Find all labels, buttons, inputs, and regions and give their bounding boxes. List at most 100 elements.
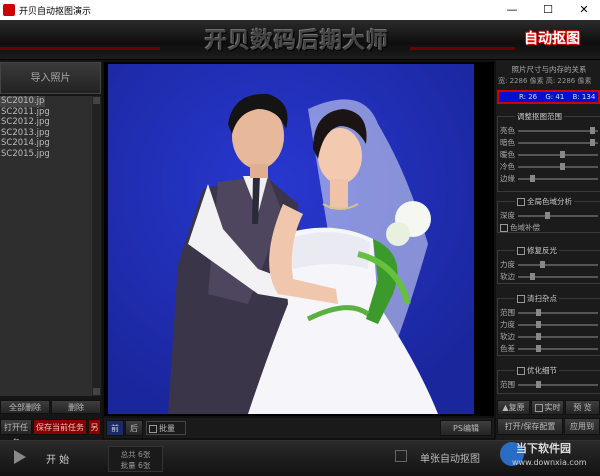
scroll-up-icon[interactable] [93, 97, 100, 104]
clean-row-label: 范围 [500, 308, 515, 317]
preview-button[interactable]: 预 览 [565, 400, 600, 415]
save-as-button[interactable]: 另 [88, 419, 101, 435]
slider-knob[interactable] [590, 139, 595, 146]
slider-track[interactable] [518, 336, 598, 338]
rgb-b: B: 134 [572, 93, 596, 101]
slider-track[interactable] [518, 215, 598, 217]
ps-edit-button[interactable]: PS编辑 [440, 420, 492, 436]
single-auto-checkbox[interactable] [395, 450, 407, 462]
maximize-button[interactable]: ☐ [532, 0, 564, 20]
adjust-row-label: 亮色 [500, 126, 515, 135]
slider-knob[interactable] [536, 321, 541, 328]
clean-row-label: 软边 [500, 332, 515, 341]
slider-knob[interactable] [536, 381, 541, 388]
close-button[interactable]: ✕ [568, 0, 600, 20]
slider-track[interactable] [518, 312, 598, 314]
checkbox-icon [500, 224, 508, 232]
list-item[interactable]: SC2014.jpg [0, 138, 101, 149]
scroll-down-icon[interactable] [93, 388, 100, 395]
slider-track[interactable] [518, 324, 598, 326]
total-count: 总共 6张 [120, 450, 151, 459]
slider-knob[interactable] [540, 261, 545, 268]
import-photos-button[interactable]: 导入照片 [0, 62, 101, 94]
banner-stripe-left [0, 47, 160, 50]
open-task-button[interactable]: 打开任务 [0, 419, 32, 447]
minimize-button[interactable]: — [496, 0, 528, 20]
optimize-detail-label: 优化细节 [527, 366, 557, 375]
slider-knob[interactable] [536, 345, 541, 352]
start-button[interactable]: 开 始 [46, 451, 69, 466]
slider-knob[interactable] [590, 127, 595, 134]
wedding-photo[interactable] [108, 64, 474, 414]
start-play-icon[interactable] [10, 448, 30, 466]
slider-knob[interactable] [536, 333, 541, 340]
size-info: 宽: 2286 像素 高: 2286 像素 [498, 77, 592, 85]
clean-noise-title[interactable]: 清扫杂点 [515, 293, 559, 304]
save-task-button[interactable]: 保存当前任务 [33, 419, 87, 435]
repair-row-label: 力度 [500, 260, 515, 269]
list-item[interactable]: SC2015.jpg [0, 149, 101, 160]
clean-row-label: 力度 [500, 320, 515, 329]
apply-to-button[interactable]: 应用到 [564, 418, 600, 435]
slider-knob[interactable] [536, 309, 541, 316]
title-bar: 开贝自动抠图演示 — ☐ ✕ [0, 0, 600, 20]
open-save-config-button[interactable]: 打开/保存配置 [497, 418, 563, 435]
slider-track[interactable] [518, 264, 598, 266]
slider-track[interactable] [518, 142, 598, 144]
adjust-row-label: 暗色 [500, 138, 515, 147]
repair-row-label: 软边 [500, 272, 515, 281]
rgb-readout: R: 26 G: 41 B: 134 [497, 90, 600, 104]
rgb-g: G: 41 [545, 93, 565, 101]
repair-reflection-label: 修复反光 [527, 246, 557, 255]
before-button[interactable]: 前 [106, 420, 124, 436]
list-item[interactable]: SC2013.jpg [0, 128, 101, 139]
optimize-row-label: 范围 [500, 380, 515, 389]
slider-knob[interactable] [560, 163, 565, 170]
batch-count: 批量 6张 [120, 461, 151, 470]
window-title: 开贝自动抠图演示 [19, 7, 92, 17]
batch-toggle[interactable]: 批量 [146, 421, 186, 435]
file-list: SC2010.jpg SC2011.jpg SC2012.jpg SC2013.… [0, 96, 101, 396]
list-item[interactable]: SC2012.jpg [0, 117, 101, 128]
checkbox-icon [517, 367, 525, 375]
delete-button[interactable]: 删除 [51, 400, 101, 414]
couple-illustration [108, 64, 474, 414]
slider-track[interactable] [518, 154, 598, 156]
size-title: 照片尺寸与内存的关系 [511, 65, 587, 74]
color-fill-option[interactable]: 色域补偿 [500, 222, 540, 233]
list-item[interactable]: SC2011.jpg [0, 107, 101, 118]
task-count-box: 总共 6张 批量 6张 [108, 446, 163, 472]
slider-knob[interactable] [530, 273, 535, 280]
global-color-title[interactable]: 全局色域分析 [515, 196, 574, 207]
watermark-url: www.downxia.com [512, 458, 587, 467]
slider-track[interactable] [518, 130, 598, 132]
list-item[interactable]: SC2010.jpg [0, 96, 45, 107]
global-color-label: 全局色域分析 [527, 197, 572, 206]
single-auto-label: 单张自动抠图 [420, 454, 480, 465]
clean-row-label: 色差 [500, 344, 515, 353]
slider-knob[interactable] [545, 212, 550, 219]
realtime-toggle[interactable]: 实时 [531, 400, 564, 415]
header-banner: 开贝数码后期大师 自动抠图 [0, 20, 600, 60]
batch-checkbox-icon [149, 424, 157, 433]
checkbox-icon [534, 403, 543, 412]
batch-label: 批量 [159, 424, 175, 433]
slider-track[interactable] [518, 384, 598, 386]
watermark-site: 当下软件园 [516, 442, 571, 455]
banner-stripe-right [410, 47, 515, 50]
repair-reflection-title[interactable]: 修复反光 [515, 245, 559, 256]
checkbox-icon [517, 295, 525, 303]
slider-knob[interactable] [560, 151, 565, 158]
slider-track[interactable] [518, 166, 598, 168]
slider-knob[interactable] [530, 175, 535, 182]
restore-button[interactable]: ▲复原 [497, 400, 530, 415]
brand-logo: 开贝数码后期大师 [205, 28, 390, 54]
optimize-detail-title[interactable]: 优化细节 [515, 365, 559, 376]
after-button[interactable]: 后 [125, 420, 143, 436]
adjust-range-title: 调整抠图范围 [515, 111, 564, 122]
slider-track[interactable] [518, 348, 598, 350]
file-list-scrollbar[interactable] [91, 96, 101, 396]
checkbox-icon [517, 198, 525, 206]
adjust-row-label: 边缘 [500, 174, 515, 183]
delete-all-button[interactable]: 全部删除 [0, 400, 50, 414]
